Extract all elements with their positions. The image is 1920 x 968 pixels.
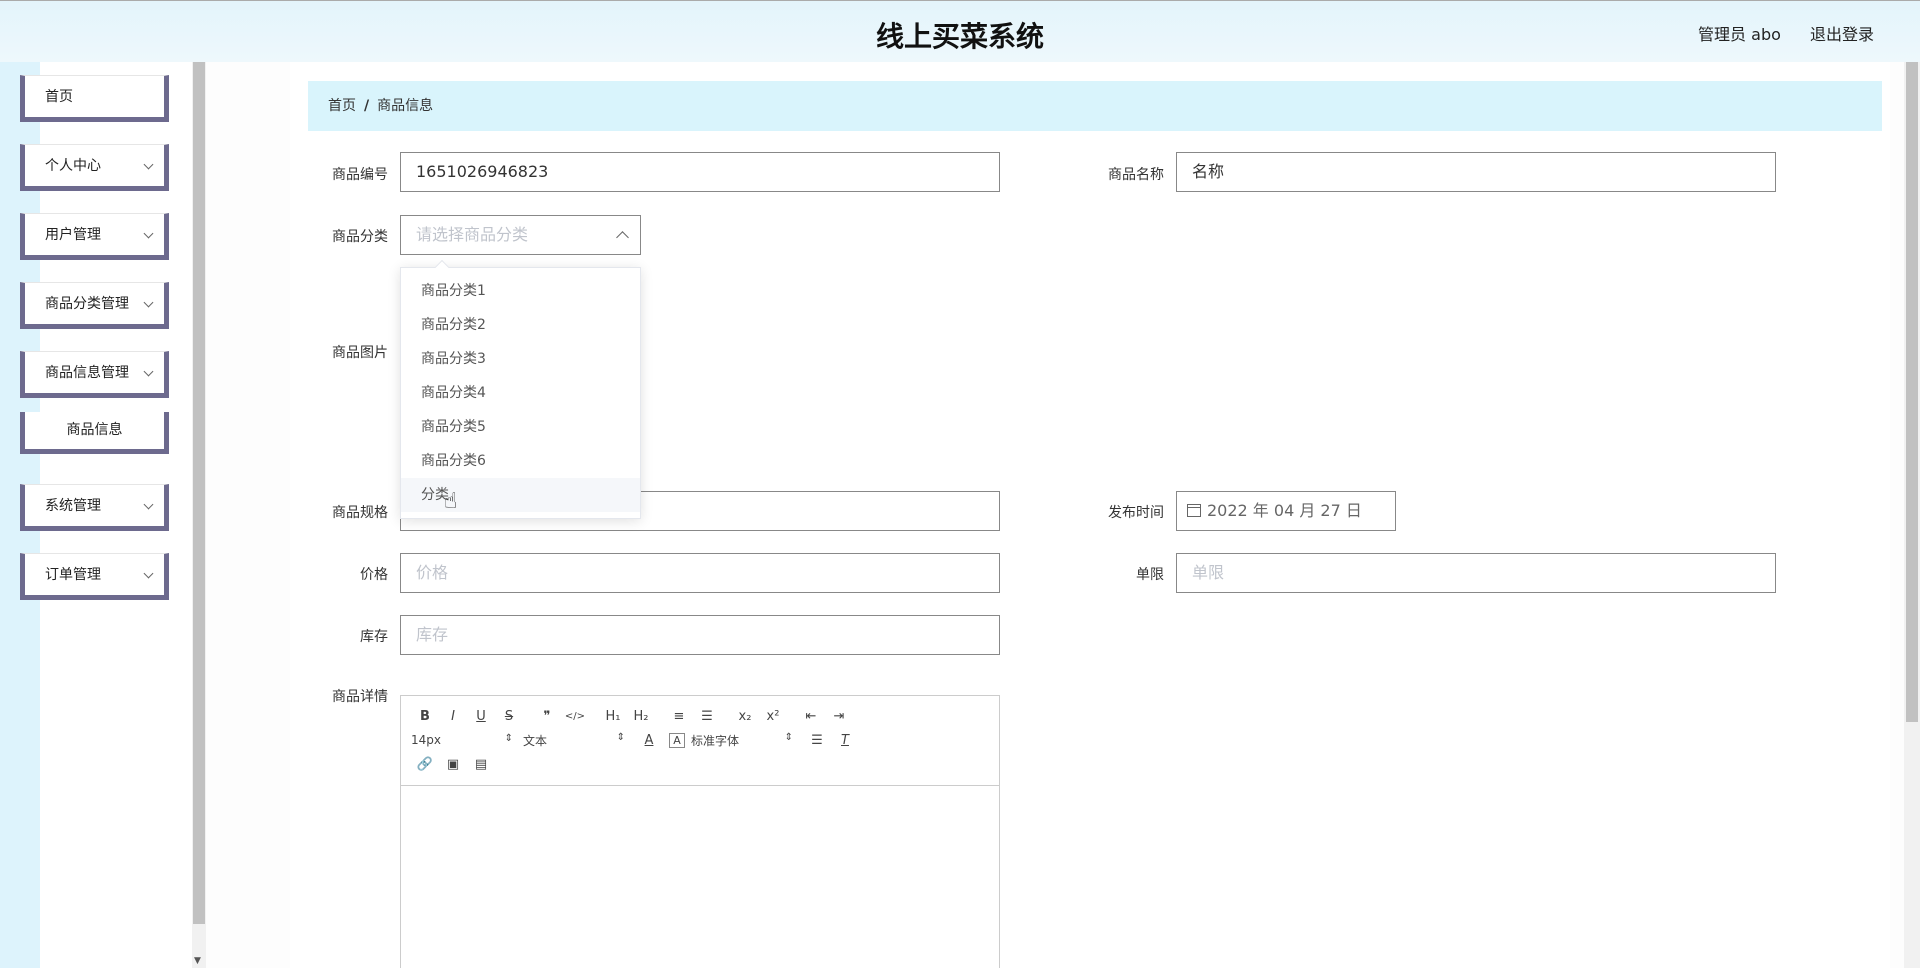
strike-button[interactable]: S [495,709,523,724]
italic-button[interactable]: I [439,709,467,724]
price-input[interactable]: 价格 [400,553,1000,593]
sidebar-item-label: 商品分类管理 [45,296,129,312]
page-scrollbar-thumb[interactable] [1906,62,1918,722]
sidebar-scrollbar[interactable]: ▼ [192,62,206,968]
toolbar-row-media: 🔗 ▣ ▤ [411,752,989,776]
stock-label: 库存 [360,629,388,645]
ordered-list-button[interactable]: ≡ [665,709,693,724]
product-category-select[interactable]: 请选择商品分类 [400,215,641,255]
clear-format-icon[interactable]: T [831,733,859,748]
toolbar-row-formatting: B I U S ❞ </> H₁ H₂ ≡ ☰ x₂ x² ⇤ ⇥ [411,704,989,728]
subscript-button[interactable]: x₂ [731,709,759,724]
header-user-area: 管理员 abo 退出登录 [1674,21,1874,45]
category-select-placeholder: 请选择商品分类 [416,225,529,244]
top-header: 线上买菜系统 管理员 abo 退出登录 [0,0,1920,62]
sidebar-item-label: 商品信息管理 [45,365,129,381]
chevron-down-icon [143,159,154,170]
font-color-icon[interactable]: A [635,733,663,748]
product-code-input[interactable]: 1651026946823 [400,152,1000,192]
limit-label: 单限 [1136,567,1164,583]
sidebar-item-order-management[interactable]: 订单管理 [20,553,169,600]
page-scrollbar[interactable] [1904,62,1920,968]
sidebar-item-label: 用户管理 [45,227,101,243]
sidebar-scrollbar-thumb[interactable] [193,62,205,924]
chevron-up-icon [616,231,629,244]
admin-user-label: 管理员 abo [1698,25,1781,44]
price-label: 价格 [360,567,388,583]
blockquote-button[interactable]: ❞ [533,709,561,724]
bullet-list-button[interactable]: ☰ [693,709,721,724]
rich-text-editor[interactable]: B I U S ❞ </> H₁ H₂ ≡ ☰ x₂ x² ⇤ ⇥ 14px 文… [400,695,1000,968]
chevron-down-icon [143,366,154,377]
background-color-icon[interactable]: A [669,732,685,748]
sidebar-item-system-management[interactable]: 系统管理 [20,484,169,531]
product-spec-label: 商品规格 [332,505,388,521]
superscript-button[interactable]: x² [759,709,787,724]
category-option[interactable]: 商品分类3 [401,342,640,376]
product-detail-label: 商品详情 [332,689,388,705]
sidebar-subitem-product-info[interactable]: 商品信息 [20,412,169,454]
calendar-icon [1187,504,1201,517]
sidebar-item-label: 系统管理 [45,498,101,514]
breadcrumb-separator: / [364,98,370,114]
category-option[interactable]: 商品分类5 [401,410,640,444]
sidebar-item-product-management[interactable]: 商品信息管理 [20,351,169,398]
image-icon[interactable]: ▣ [439,757,467,772]
category-option[interactable]: 商品分类1 [401,274,640,308]
product-category-label: 商品分类 [332,229,388,245]
chevron-down-icon [143,297,154,308]
category-option[interactable]: 商品分类2 [401,308,640,342]
breadcrumb-home[interactable]: 首页 [328,98,356,114]
publish-date-value: 2022 年 04 月 27 日 [1207,501,1362,520]
indent-button[interactable]: ⇥ [825,709,853,724]
sidebar-item-label: 订单管理 [45,567,101,583]
link-icon[interactable]: 🔗 [411,757,439,772]
sidebar-item-user-management[interactable]: 用户管理 [20,213,169,260]
category-option[interactable]: 分类 [401,478,640,512]
category-option[interactable]: 商品分类4 [401,376,640,410]
font-family-select[interactable]: 标准字体 [691,732,803,749]
align-icon[interactable]: ☰ [803,733,831,748]
breadcrumb: 首页 / 商品信息 [308,81,1882,131]
product-code-label: 商品编号 [332,167,388,183]
toolbar-row-selects: 14px 文本 A A 标准字体 ☰ T [411,728,989,752]
publish-time-label: 发布时间 [1108,505,1164,521]
sidebar-item-home[interactable]: 首页 [20,75,169,122]
sidebar-item-label: 首页 [45,89,73,105]
category-option[interactable]: 商品分类6 [401,444,640,478]
publish-date-input[interactable]: 2022 年 04 月 27 日 [1176,491,1396,531]
limit-input[interactable]: 单限 [1176,553,1776,593]
hand-cursor-icon: ☝ [444,489,458,514]
chevron-down-icon [143,228,154,239]
scroll-down-arrow-icon[interactable]: ▼ [194,956,201,966]
bold-button[interactable]: B [411,709,439,724]
chevron-down-icon [143,568,154,579]
header-select[interactable]: 文本 [523,732,635,749]
header1-button[interactable]: H₁ [599,709,627,724]
category-dropdown: 商品分类1 商品分类2 商品分类3 商品分类4 商品分类5 商品分类6 分类 [400,259,641,519]
product-name-input[interactable]: 名称 [1176,152,1776,192]
underline-button[interactable]: U [467,709,495,724]
breadcrumb-current: 商品信息 [377,98,434,114]
sidebar-item-label: 个人中心 [45,158,101,174]
font-size-select[interactable]: 14px [411,733,523,747]
product-image-label: 商品图片 [332,345,388,361]
sidebar-item-category-management[interactable]: 商品分类管理 [20,282,169,329]
sidebar-item-personal-center[interactable]: 个人中心 [20,144,169,191]
header2-button[interactable]: H₂ [627,709,655,724]
stock-input[interactable]: 库存 [400,615,1000,655]
editor-toolbar: B I U S ❞ </> H₁ H₂ ≡ ☰ x₂ x² ⇤ ⇥ 14px 文… [401,696,999,786]
code-block-button[interactable]: </> [561,711,589,722]
product-name-label: 商品名称 [1108,167,1164,183]
video-icon[interactable]: ▤ [467,757,495,772]
chevron-down-icon [143,499,154,510]
app-title: 线上买菜系统 [875,20,1044,53]
logout-link[interactable]: 退出登录 [1810,25,1874,44]
outdent-button[interactable]: ⇤ [797,709,825,724]
